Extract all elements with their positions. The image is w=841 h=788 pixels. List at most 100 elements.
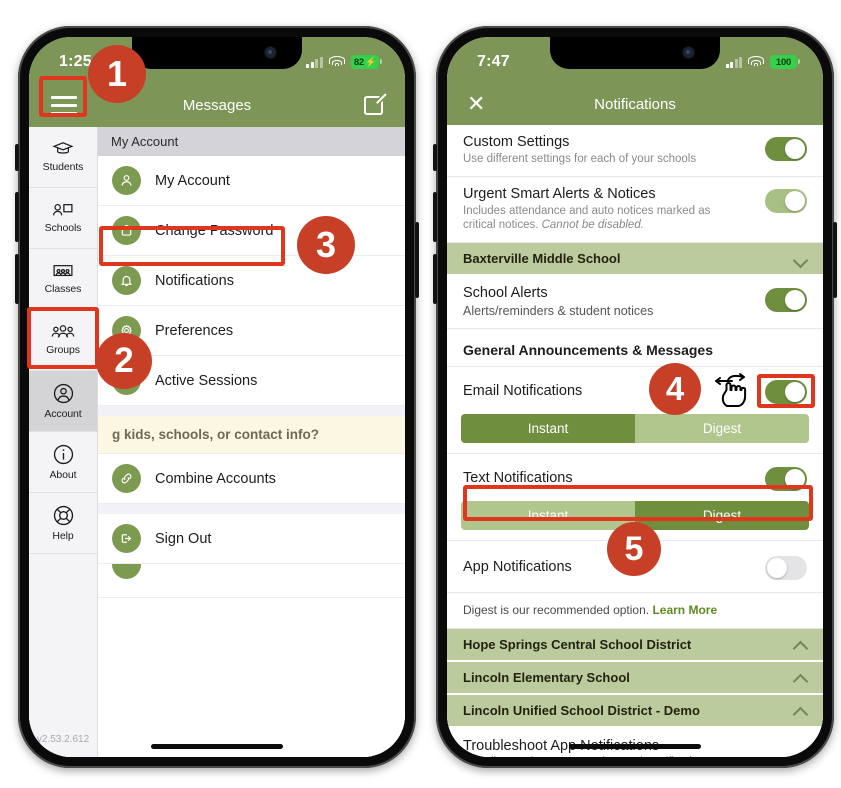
custom-settings-toggle[interactable] (765, 137, 807, 161)
wifi-icon (748, 56, 764, 68)
app-bar-2: ✕ Notifications (447, 83, 823, 125)
sidebar-item-account[interactable]: Account (29, 371, 97, 432)
list-item-combine-accounts[interactable]: Combine Accounts (98, 454, 405, 504)
callout-badge-2: 2 (96, 333, 152, 389)
setting-label: App Notifications (463, 558, 572, 575)
school-name: Lincoln Unified School District - Demo (463, 703, 700, 719)
graduation-cap-icon (52, 142, 74, 154)
email-notifications-toggle[interactable] (765, 380, 807, 405)
setting-label: Text Notifications (463, 469, 573, 486)
notch (550, 37, 720, 69)
app-notifications-toggle[interactable] (765, 556, 807, 581)
sidebar-item-classes[interactable]: Classes (29, 249, 97, 310)
setting-urgent-alerts: Urgent Smart Alerts & Notices Includes a… (447, 176, 823, 244)
school-name: Baxterville Middle School (463, 251, 621, 267)
chevron-up-icon (794, 704, 807, 717)
sidebar-label: About (49, 468, 77, 481)
list-item-label: Sign Out (155, 530, 212, 547)
chevron-down-icon (794, 252, 807, 265)
lock-icon (112, 216, 141, 245)
school-header-baxterville[interactable]: Baxterville Middle School (447, 243, 823, 277)
nav-rail: Students Schools Classes Groups Account … (29, 127, 98, 757)
setting-subtitle-emphasis: Cannot be disabled. (541, 219, 644, 232)
close-icon[interactable]: ✕ (467, 93, 485, 115)
home-indicator[interactable] (569, 744, 701, 749)
groups-icon (51, 325, 75, 338)
volume-up-button[interactable] (15, 192, 19, 242)
chevron-up-icon (794, 638, 807, 651)
list-gap (98, 406, 405, 416)
list-item-label: Preferences (155, 322, 234, 339)
setting-label: Email Notifications (463, 382, 583, 399)
setting-email-notifications[interactable]: Email Notifications (447, 367, 823, 409)
list-item-label: Change Password (155, 222, 274, 239)
list-item-my-account[interactable]: My Account (98, 156, 405, 206)
chevron-right-icon: › (801, 743, 807, 757)
charging-bolt-icon: ⚡ (364, 56, 376, 67)
troubleshoot-app-notifications-row[interactable]: Troubleshoot App Notifications Run diagn… (447, 728, 823, 757)
list-item-change-password[interactable]: Change Password (98, 206, 405, 256)
mute-switch[interactable] (433, 144, 437, 171)
front-camera-icon (265, 47, 276, 58)
page-title: Notifications (594, 95, 676, 113)
hint-text: Digest is our recommended option. (463, 603, 653, 618)
volume-up-button[interactable] (433, 192, 437, 242)
info-icon (53, 444, 73, 464)
wifi-icon (328, 56, 345, 68)
phone-2-screen: 7:47 100 ✕ Notifications Custom Settings (447, 37, 823, 757)
setting-text-notifications[interactable]: Text Notifications (447, 454, 823, 496)
email-frequency-segmented-control[interactable]: Instant Digest (461, 414, 809, 444)
home-indicator[interactable] (151, 744, 283, 749)
school-header-hope-springs[interactable]: Hope Springs Central School District (447, 629, 823, 663)
setting-custom-settings[interactable]: Custom Settings Use different settings f… (447, 125, 823, 177)
email-segment-digest[interactable]: Digest (635, 414, 809, 444)
text-segment-instant[interactable]: Instant (461, 501, 635, 531)
compose-icon[interactable] (364, 92, 387, 115)
list-item-label: Notifications (155, 272, 234, 289)
list-item-sign-out[interactable]: Sign Out (98, 514, 405, 564)
learn-more-link[interactable]: Learn More (652, 603, 717, 617)
list-item-clipped[interactable] (98, 564, 405, 598)
sidebar-item-groups[interactable]: Groups (29, 310, 97, 371)
sign-out-icon (112, 524, 141, 553)
school-alerts-toggle[interactable] (765, 288, 807, 313)
email-segment-instant[interactable]: Instant (461, 414, 635, 444)
setting-title: Custom Settings (463, 134, 570, 150)
power-button[interactable] (415, 222, 419, 298)
volume-down-button[interactable] (433, 254, 437, 304)
power-button[interactable] (833, 222, 837, 298)
sidebar-label: Students (42, 161, 84, 173)
nav-rail-spacer (29, 554, 97, 757)
mute-switch[interactable] (15, 144, 19, 171)
page-title: Messages (182, 96, 252, 114)
sidebar-item-students[interactable]: Students (29, 127, 97, 188)
text-notifications-toggle[interactable] (765, 467, 807, 492)
list-item-notifications[interactable]: Notifications (98, 256, 405, 306)
sidebar-label: Classes (44, 283, 82, 295)
battery-indicator: 100 (770, 55, 800, 69)
digest-hint: Digest is our recommended option. Learn … (447, 593, 823, 630)
sidebar-item-schools[interactable]: Schools (29, 188, 97, 249)
setting-subtitle: Alerts/reminders & student notices (463, 304, 654, 319)
list-tail (98, 598, 405, 638)
school-header-lincoln-unified[interactable]: Lincoln Unified School District - Demo (447, 695, 823, 729)
life-ring-icon (53, 505, 73, 525)
missing-info-notice[interactable]: g kids, schools, or contact info? (98, 416, 405, 454)
account-icon (53, 383, 73, 403)
sidebar-item-help[interactable]: Help (29, 493, 97, 554)
list-section-header: My Account (98, 127, 405, 156)
school-header-lincoln-elementary[interactable]: Lincoln Elementary School (447, 662, 823, 696)
battery-indicator: 82 ⚡ (350, 55, 383, 69)
hamburger-menu-icon[interactable] (51, 95, 77, 115)
setting-school-alerts[interactable]: School Alerts Alerts/reminders & student… (447, 276, 823, 330)
list-item-label: My Account (155, 172, 230, 189)
bell-icon (112, 266, 141, 295)
text-segment-digest[interactable]: Digest (635, 501, 809, 531)
list-item-label: Active Sessions (155, 372, 258, 389)
sidebar-item-about[interactable]: About (29, 432, 97, 493)
callout-badge-1: 1 (88, 45, 146, 103)
school-name: Lincoln Elementary School (463, 670, 630, 686)
volume-down-button[interactable] (15, 254, 19, 304)
sidebar-label: Groups (46, 344, 80, 356)
status-time: 1:25 (59, 53, 92, 70)
